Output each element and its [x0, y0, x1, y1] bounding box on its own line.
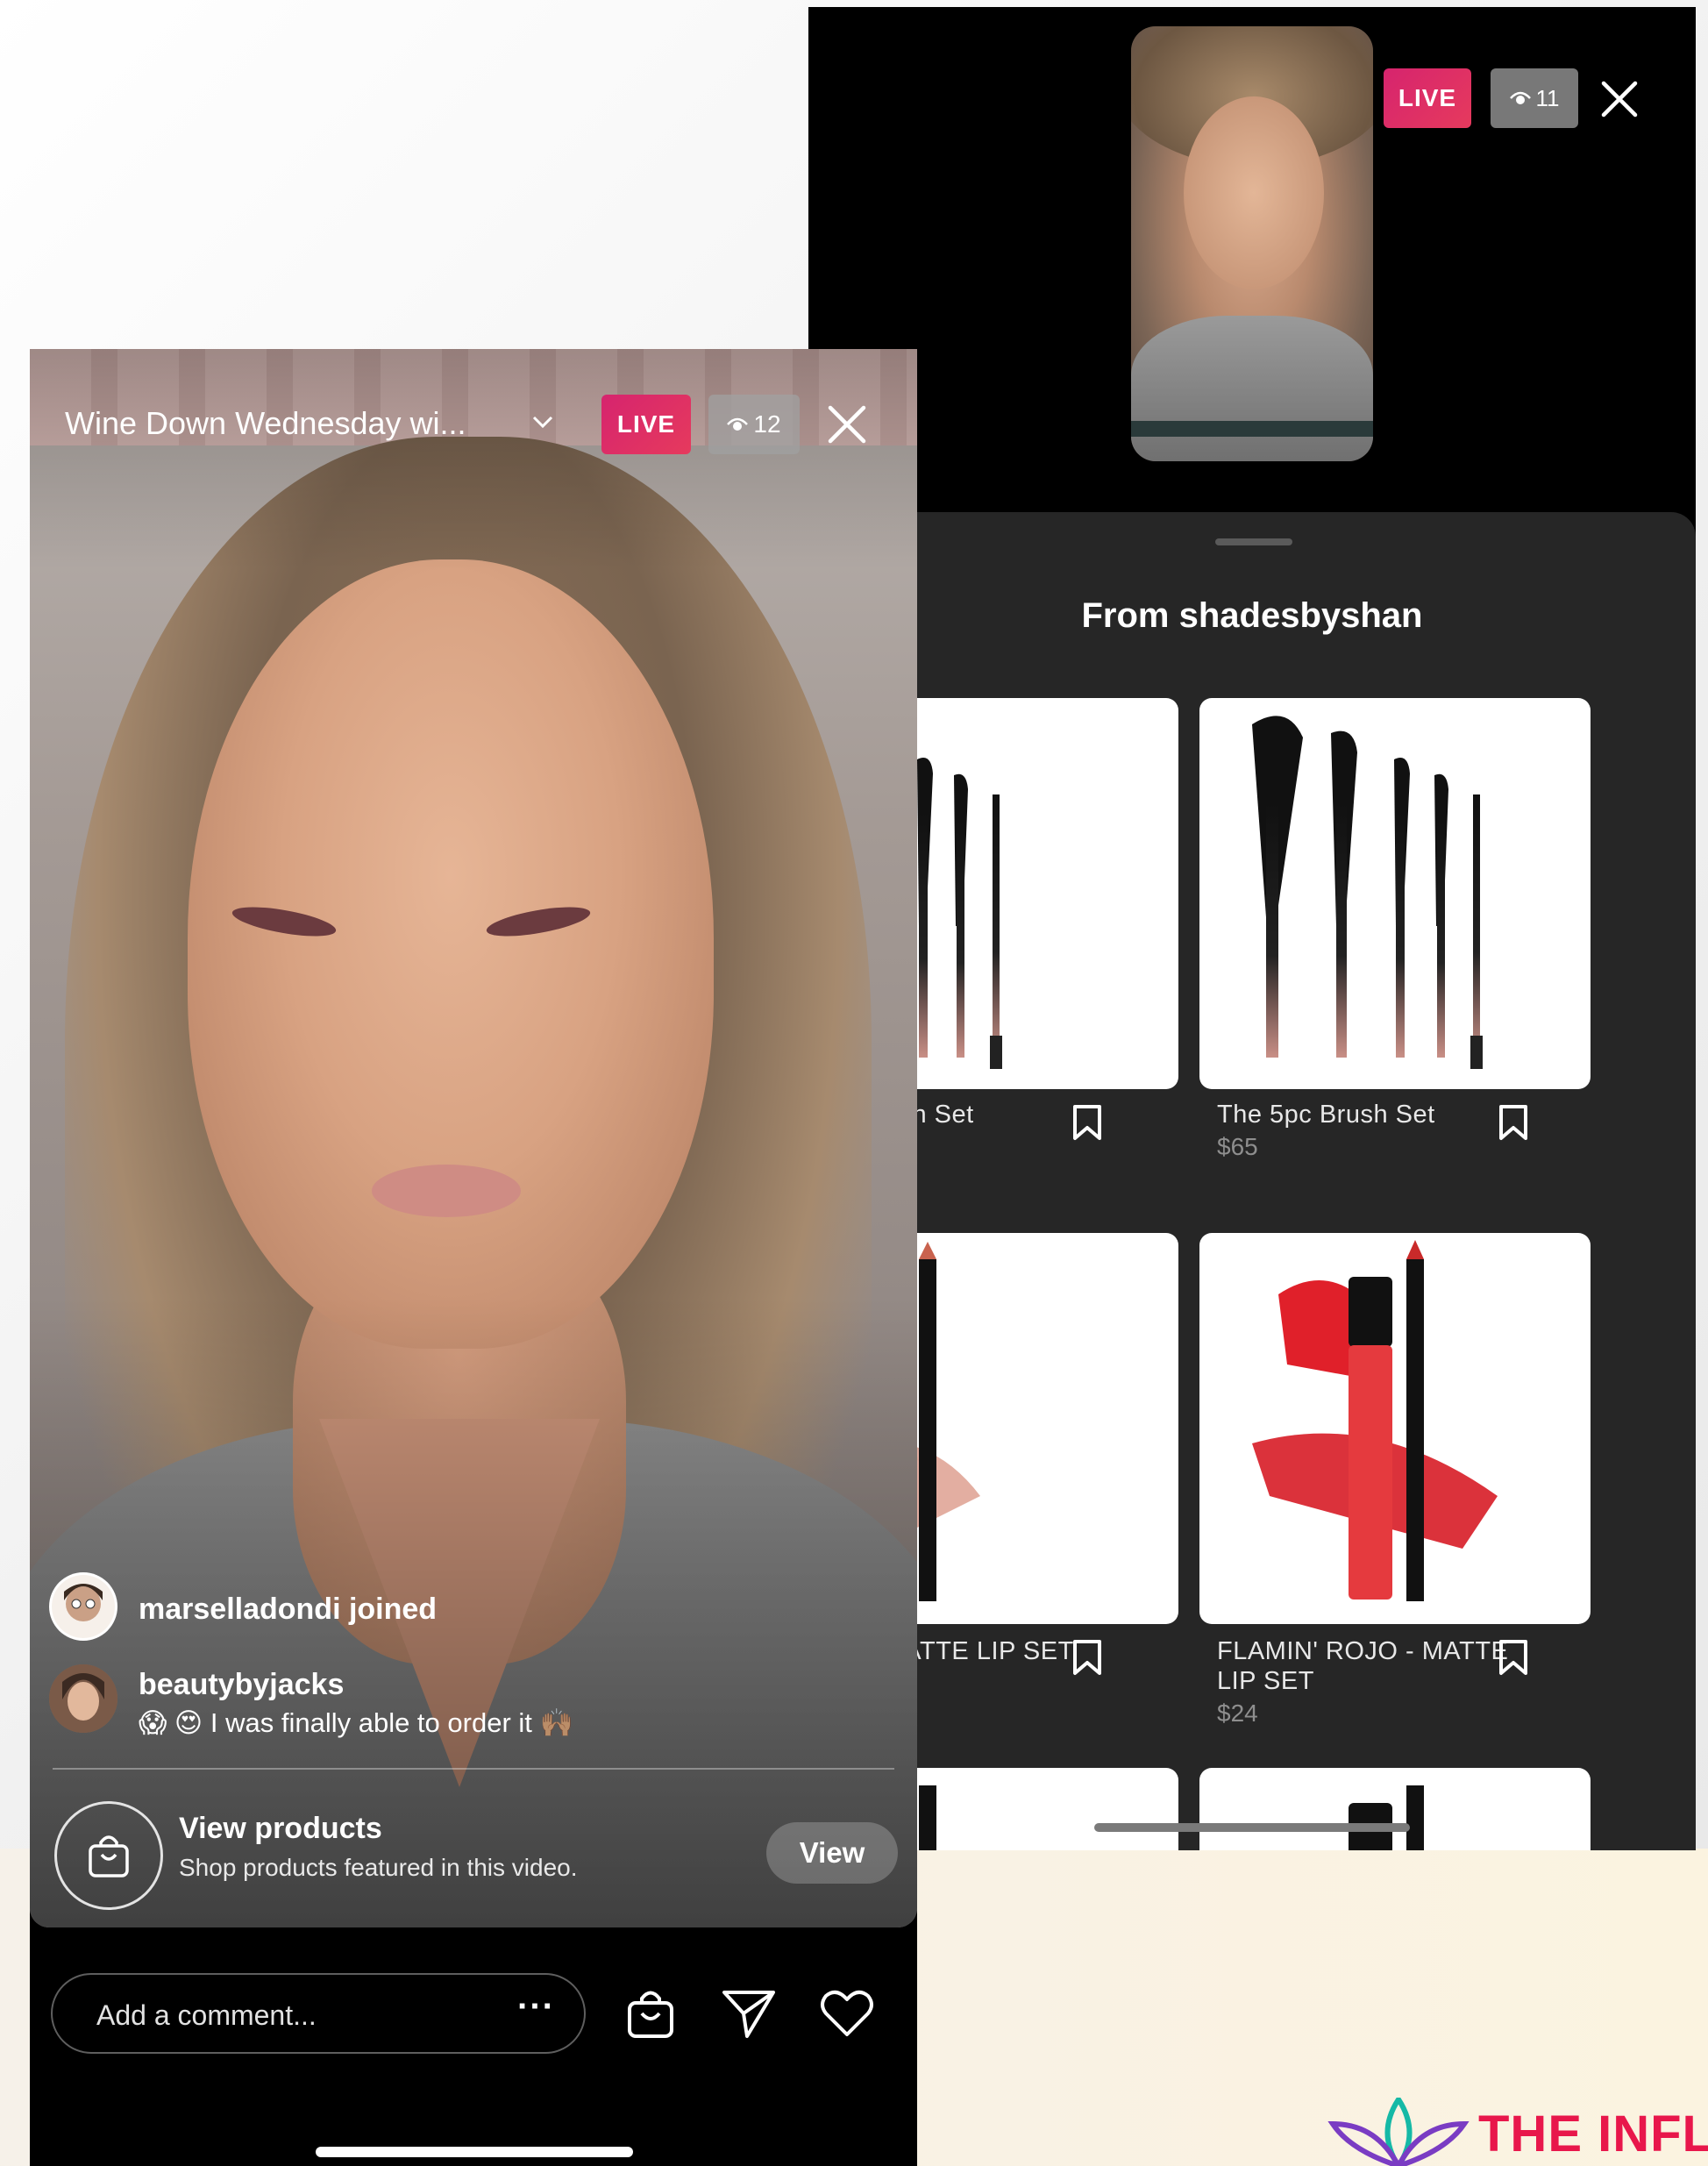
- thumb-mirror: [1131, 421, 1373, 437]
- product-name-line1: FLAMIN' ROJO - MATTE: [1217, 1637, 1509, 1665]
- shopping-bag-icon[interactable]: [623, 1985, 679, 2041]
- bookmark-icon[interactable]: [1071, 1103, 1103, 1142]
- view-button[interactable]: View: [766, 1822, 898, 1884]
- live-video[interactable]: Wine Down Wednesday wi... LIVE 12 marsel…: [30, 349, 917, 1927]
- bookmark-icon[interactable]: [1071, 1638, 1103, 1677]
- view-products-title: View products: [179, 1812, 382, 1845]
- emoji: 🙌🏽: [539, 1707, 574, 1738]
- eye-icon: [1509, 91, 1531, 104]
- brand-logo-text: THE INFLU: [1478, 2105, 1708, 2162]
- product-card-partial[interactable]: [1199, 1768, 1591, 1850]
- viewer-count: 12: [753, 410, 781, 438]
- bookmark-icon[interactable]: [1498, 1638, 1529, 1677]
- live-video-screen: Wine Down Wednesday wi... LIVE 12 marsel…: [30, 349, 917, 2166]
- thumb-shirt: [1131, 316, 1373, 461]
- divider: [53, 1768, 894, 1770]
- comment-message: I was finally able to order it: [210, 1707, 532, 1738]
- sheet-title: From shadesbyshan: [1081, 596, 1423, 635]
- live-shopping-screen: LIVE 11 From shadesbyshan Set The 5pc Br…: [808, 7, 1696, 1850]
- brush-set-image: [1252, 716, 1483, 1069]
- more-options-icon[interactable]: ···: [517, 1987, 555, 2027]
- comment-text: 😱 😍 I was finally able to order it 🙌🏽: [139, 1706, 573, 1739]
- home-indicator: [316, 2147, 633, 2157]
- comment-username[interactable]: beautybyjacks: [139, 1668, 344, 1702]
- product-name-line2: LIP SET: [1217, 1667, 1314, 1695]
- heart-icon[interactable]: [819, 1985, 875, 2041]
- send-icon[interactable]: [721, 1985, 777, 2041]
- shop-products-button[interactable]: [54, 1801, 163, 1910]
- chevron-down-icon[interactable]: [530, 409, 556, 435]
- scroll-indicator: [1094, 1823, 1410, 1832]
- product-card-the-5pc-brush-set[interactable]: [1199, 698, 1591, 1089]
- comment-input[interactable]: Add a comment... ···: [51, 1973, 586, 2054]
- product-card-flamin-rojo[interactable]: [1199, 1233, 1591, 1624]
- product-name: The 5pc Brush Set: [1217, 1101, 1435, 1129]
- viewer-count-badge: 11: [1491, 68, 1578, 128]
- bookmark-icon[interactable]: [1498, 1103, 1529, 1142]
- comment-placeholder: Add a comment...: [96, 1999, 317, 2031]
- product-price: $65: [1217, 1133, 1258, 1160]
- viewer-count-badge: 12: [708, 395, 800, 454]
- thumb-face: [1184, 96, 1324, 289]
- join-notice: marselladondi joined: [139, 1592, 438, 1626]
- live-title[interactable]: Wine Down Wednesday wi...: [65, 405, 466, 442]
- avatar[interactable]: [49, 1572, 117, 1641]
- viewer-count: 11: [1535, 84, 1560, 111]
- lip-set-image: [1252, 1240, 1498, 1601]
- avatar[interactable]: [49, 1664, 117, 1733]
- close-icon[interactable]: [822, 400, 872, 449]
- product-sheet: From shadesbyshan 5pc Brush Set: [808, 512, 1696, 1850]
- live-video-thumbnail[interactable]: [1131, 26, 1373, 461]
- brand-logo-icon: [1327, 2098, 1470, 2166]
- eye-icon: [727, 417, 749, 431]
- shopping-bag-icon: [89, 1835, 129, 1877]
- product-price: $24: [1217, 1699, 1258, 1727]
- live-badge: LIVE: [601, 395, 691, 454]
- live-badge: LIVE: [1384, 68, 1471, 128]
- emoji: 😱 😍: [139, 1707, 203, 1738]
- sheet-drag-handle[interactable]: [1215, 538, 1292, 545]
- product-image: [1349, 1785, 1424, 1850]
- close-icon[interactable]: [1598, 77, 1641, 121]
- view-products-subtitle: Shop products featured in this video.: [179, 1854, 578, 1881]
